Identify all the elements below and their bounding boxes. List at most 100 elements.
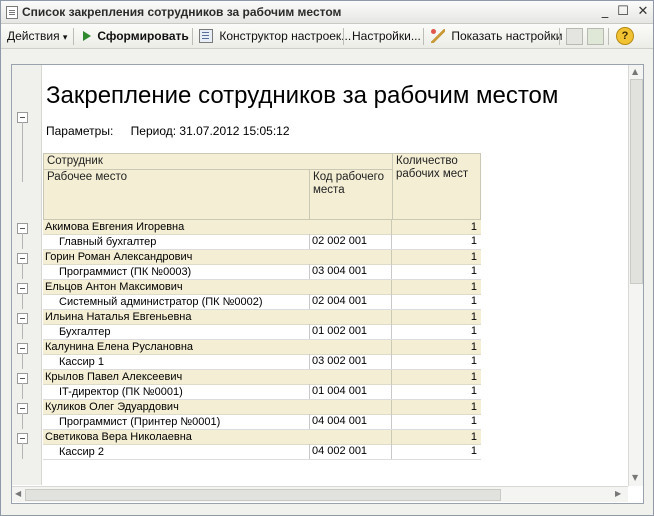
workplace-count-cell: 1 xyxy=(391,294,481,309)
workplace-count-cell: 1 xyxy=(391,384,481,399)
workplace-code: 02 004 001 xyxy=(309,294,391,309)
employee-row[interactable]: Ильина Наталья Евгеньевна 1 xyxy=(43,310,481,325)
header-employee: Сотрудник xyxy=(43,153,393,170)
group-line xyxy=(22,443,23,459)
workplace-name: Бухгалтер xyxy=(59,326,111,338)
magic-wand-icon xyxy=(431,29,445,43)
settings-label: Настройки... xyxy=(352,29,421,43)
workplace-name: Системный администратор (ПК №0002) xyxy=(59,296,263,308)
horizontal-scroll-thumb[interactable] xyxy=(25,489,501,501)
workplace-name: Программист (ПК №0003) xyxy=(59,266,192,278)
document-icon xyxy=(6,6,18,19)
settings-constructor-icon xyxy=(199,29,213,43)
window-title: Список закрепления сотрудников за рабочи… xyxy=(22,5,342,19)
maximize-button[interactable]: ☐ xyxy=(615,4,631,20)
group-line xyxy=(22,263,23,279)
employee-count: 1 xyxy=(470,371,477,383)
workplace-row[interactable]: IT-директор (ПК №0001) 01 004 001 1 xyxy=(43,384,481,400)
employee-count-cell: 1 xyxy=(391,370,481,384)
scroll-left-icon[interactable]: ◀ xyxy=(15,489,21,499)
employee-row[interactable]: Акимова Евгения Игоревна 1 xyxy=(43,220,481,235)
workplace-code: 03 002 001 xyxy=(309,354,391,369)
employee-name: Ельцов Антон Максимович xyxy=(45,281,183,293)
workplace-code: 04 002 001 xyxy=(309,444,391,459)
group-line xyxy=(22,293,23,309)
toolbar-separator xyxy=(608,28,609,45)
vertical-scroll-thumb[interactable] xyxy=(630,79,643,284)
toolbar-separator xyxy=(73,28,74,45)
employee-count: 1 xyxy=(470,221,477,233)
workplace-count: 1 xyxy=(470,355,477,367)
employee-row[interactable]: Калунина Елена Руслановна 1 xyxy=(43,340,481,355)
actions-menu[interactable]: Действия ▾ xyxy=(7,28,67,44)
toolbar-separator xyxy=(559,28,560,45)
header-workplace: Рабочее место xyxy=(43,169,310,220)
workplace-count: 1 xyxy=(470,295,477,307)
grouping-gutter xyxy=(12,65,42,485)
header-count: Количество рабочих мест xyxy=(392,153,481,220)
workplace-count-cell: 1 xyxy=(391,324,481,339)
employee-row[interactable]: Крылов Павел Алексеевич 1 xyxy=(43,370,481,385)
workplace-code: 01 002 001 xyxy=(309,324,391,339)
group-line xyxy=(22,383,23,399)
workplace-row[interactable]: Системный администратор (ПК №0002) 02 004… xyxy=(43,294,481,310)
employee-name: Светикова Вера Николаевна xyxy=(45,431,192,443)
header-code: Код рабочего места xyxy=(309,169,393,220)
horizontal-scrollbar[interactable]: ◀ ▶ xyxy=(12,486,628,502)
close-button[interactable]: ✕ xyxy=(635,4,651,20)
employee-name: Куликов Олег Эдуардович xyxy=(45,401,179,413)
params-value: Период: 31.07.2012 15:05:12 xyxy=(130,124,290,138)
employee-name: Калунина Елена Руслановна xyxy=(45,341,194,353)
employee-row[interactable]: Ельцов Антон Максимович 1 xyxy=(43,280,481,295)
vertical-scrollbar[interactable]: ▲ ▼ xyxy=(628,65,643,486)
settings-button[interactable]: Настройки... xyxy=(352,28,421,44)
show-settings-label: Показать настройки xyxy=(451,29,563,43)
show-settings-button[interactable]: Показать настройки xyxy=(431,28,563,44)
employee-row[interactable]: Куликов Олег Эдуардович 1 xyxy=(43,400,481,415)
toolbar-separator xyxy=(192,28,193,45)
report-window: Список закрепления сотрудников за рабочи… xyxy=(0,0,654,516)
workplace-count: 1 xyxy=(470,265,477,277)
employee-count: 1 xyxy=(470,341,477,353)
scroll-down-icon[interactable]: ▼ xyxy=(632,473,638,483)
load-icon[interactable] xyxy=(587,28,604,45)
employee-row[interactable]: Светикова Вера Николаевна 1 xyxy=(43,430,481,445)
help-icon[interactable]: ? xyxy=(616,27,634,45)
workplace-row[interactable]: Кассир 1 03 002 001 1 xyxy=(43,354,481,370)
employee-count-cell: 1 xyxy=(391,400,481,414)
constructor-button[interactable]: Конструктор настроек... xyxy=(199,28,351,44)
workplace-name: Главный бухгалтер xyxy=(59,236,157,248)
workplace-count: 1 xyxy=(470,415,477,427)
workplace-count-cell: 1 xyxy=(391,354,481,369)
employee-name: Крылов Павел Алексеевич xyxy=(45,371,183,383)
workplace-code: 04 004 001 xyxy=(309,414,391,429)
workplace-row[interactable]: Кассир 2 04 002 001 1 xyxy=(43,444,481,460)
scroll-right-icon[interactable]: ▶ xyxy=(615,489,621,499)
workplace-row[interactable]: Программист (ПК №0003) 03 004 001 1 xyxy=(43,264,481,280)
employee-row[interactable]: Горин Роман Александрович 1 xyxy=(43,250,481,265)
workplace-code: 01 004 001 xyxy=(309,384,391,399)
scroll-up-icon[interactable]: ▲ xyxy=(632,67,638,77)
workplace-count-cell: 1 xyxy=(391,264,481,279)
generate-button[interactable]: Сформировать xyxy=(83,28,189,44)
workplace-code: 03 004 001 xyxy=(309,264,391,279)
workplace-row[interactable]: Главный бухгалтер 02 002 001 1 xyxy=(43,234,481,250)
chevron-down-icon: ▾ xyxy=(62,32,68,42)
employee-name: Акимова Евгения Игоревна xyxy=(45,221,185,233)
save-icon[interactable] xyxy=(566,28,583,45)
workplace-name: Кассир 2 xyxy=(59,446,104,458)
employee-count: 1 xyxy=(470,281,477,293)
report-title: Закрепление сотрудников за рабочим место… xyxy=(46,82,559,109)
employee-count-cell: 1 xyxy=(391,430,481,444)
workplace-count-cell: 1 xyxy=(391,444,481,459)
group-line xyxy=(22,122,23,182)
params-label: Параметры: xyxy=(46,124,114,138)
workplace-row[interactable]: Бухгалтер 01 002 001 1 xyxy=(43,324,481,340)
employee-count: 1 xyxy=(470,401,477,413)
minimize-button[interactable]: _ xyxy=(597,4,613,20)
actions-label: Действия xyxy=(7,29,60,43)
report-document[interactable]: Закрепление сотрудников за рабочим место… xyxy=(11,64,644,504)
workplace-row[interactable]: Программист (Принтер №0001) 04 004 001 1 xyxy=(43,414,481,430)
workplace-name: Кассир 1 xyxy=(59,356,104,368)
employee-count-cell: 1 xyxy=(391,310,481,324)
